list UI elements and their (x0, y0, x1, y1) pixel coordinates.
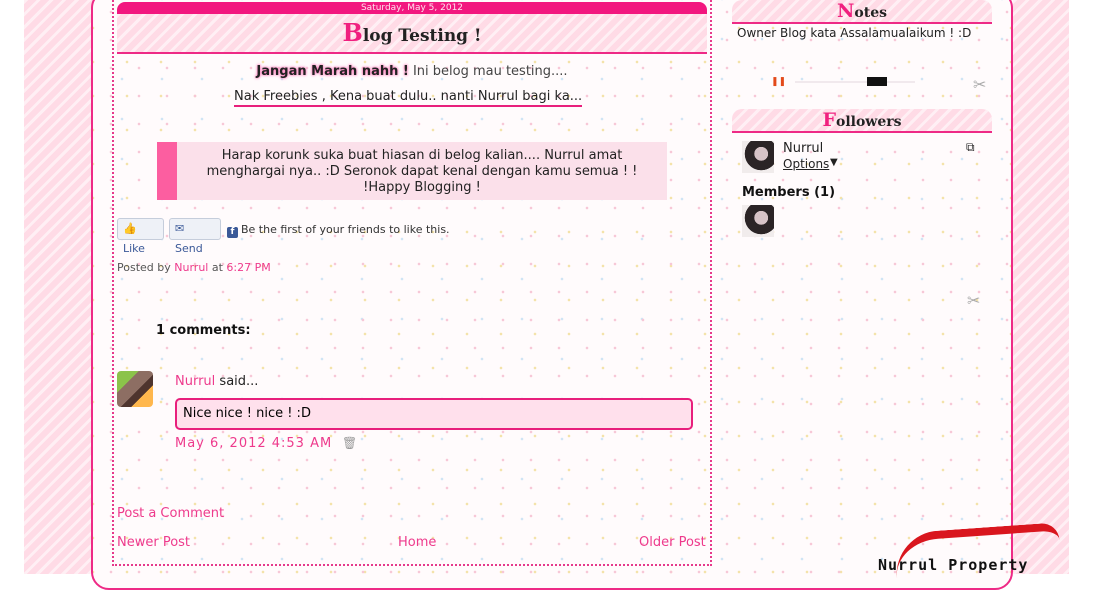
facebook-like-button[interactable]: 👍 Like (117, 218, 164, 255)
trash-icon[interactable]: 🗑 (342, 436, 357, 450)
notes-rest: otes (854, 5, 887, 21)
notes-initial: N (837, 0, 855, 22)
post-line-1: Jangan Marah nahh ! Ini belog mau testin… (117, 64, 707, 79)
title-rest: log Testing ! (362, 26, 482, 46)
post-column (112, 0, 712, 566)
follower-avatar[interactable] (742, 141, 774, 173)
followers-initial: F (822, 109, 836, 131)
chevron-down-icon[interactable]: ▼ (830, 157, 838, 168)
home-link[interactable]: Home (398, 535, 436, 550)
music-player-track[interactable] (795, 81, 915, 83)
post-time-link[interactable]: 6:27 PM (226, 261, 270, 274)
post-author-link[interactable]: Nurrul (174, 261, 208, 274)
comment-author-link[interactable]: Nurrul (175, 374, 215, 389)
comment-body: Nice nice ! nice ! :D (175, 398, 693, 430)
members-label: Members (1) (742, 185, 836, 200)
post-title-bar: Blog Testing ! (117, 14, 707, 54)
comments-heading: 1 comments: (156, 323, 251, 338)
post-line-2: Nak Freebies , Kena buat dulu.. nanti Nu… (234, 89, 583, 107)
tools-icon[interactable]: ✂ (967, 291, 980, 310)
send-label: Send (175, 242, 203, 255)
follower-name: Nurrul (783, 141, 824, 156)
title-initial: B (342, 18, 363, 47)
comment-timestamp-link[interactable]: May 6, 2012 4:53 AM (175, 436, 332, 451)
post-line-1-bold: Jangan Marah nahh ! (256, 64, 409, 79)
commenter-avatar[interactable] (117, 371, 153, 407)
quote-bar (157, 142, 177, 200)
page-background-right (1013, 0, 1069, 574)
post-footer: Posted by Nurrul at 6:27 PM (117, 261, 271, 274)
like-label: Like (123, 242, 145, 255)
site-logo: Nurrul Property (875, 522, 1065, 578)
facebook-social-text: f Be the first of your friends to like th… (227, 223, 450, 238)
post-line-1-rest: Ini belog mau testing.... (408, 64, 568, 79)
newer-post-link[interactable]: Newer Post (117, 535, 190, 550)
pause-icon[interactable]: ❚❚ (771, 78, 786, 87)
notes-heading: Notes (732, 0, 992, 24)
comment-author-line: Nurrul said... (175, 374, 258, 389)
thumbs-up-icon: 👍 (123, 222, 137, 235)
facebook-logo-icon: f (227, 227, 238, 238)
followers-heading: Followers (732, 109, 992, 133)
facebook-send-button[interactable]: ✉ Send (169, 218, 221, 255)
posted-by-label: Posted by (117, 261, 171, 274)
post-quote: Harap korunk suka buat hiasan di belog k… (157, 142, 667, 200)
logo-text: Nurrul Property (878, 556, 1029, 574)
at-label: at (211, 261, 223, 274)
options-link[interactable]: Options (783, 157, 829, 171)
post-line-2-text: Nak Freebies , Kena buat dulu.. nanti Nu… (234, 89, 583, 107)
post-date: Saturday, May 5, 2012 (117, 2, 707, 14)
popout-icon[interactable]: ⧉ (966, 140, 975, 155)
facebook-social-label: Be the first of your friends to like thi… (241, 223, 450, 236)
older-post-link[interactable]: Older Post (639, 535, 706, 550)
notes-text: Owner Blog kata Assalamualaikum ! :D (737, 26, 972, 40)
member-avatar[interactable] (742, 205, 774, 237)
followers-rest: ollowers (835, 114, 902, 130)
music-player-thumb[interactable] (867, 77, 887, 86)
send-icon: ✉ (175, 222, 185, 235)
page-background-left (24, 0, 94, 574)
quote-text: Harap korunk suka buat hiasan di belog k… (206, 148, 638, 195)
tools-icon[interactable]: ✂ (973, 75, 986, 94)
post-comment-link[interactable]: Post a Comment (117, 506, 224, 521)
post-title[interactable]: Blog Testing ! (117, 18, 707, 47)
comment-said: said... (219, 374, 259, 389)
